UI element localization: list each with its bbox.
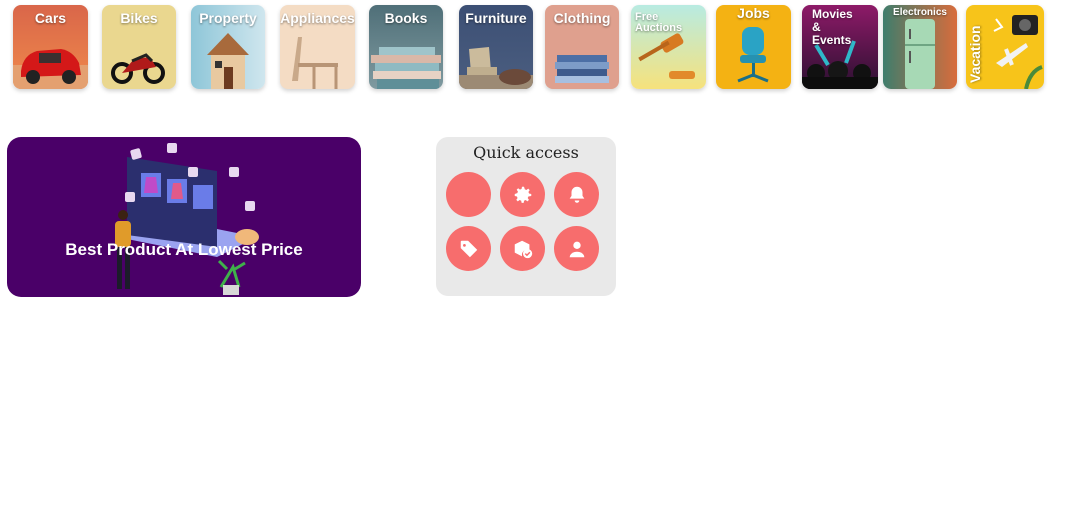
category-label: Clothing xyxy=(553,10,611,26)
quick-access-title: Quick access xyxy=(473,143,579,162)
category-label: Electronics xyxy=(893,7,947,18)
quick-access-button-tags[interactable] xyxy=(446,226,491,271)
bell-icon xyxy=(569,186,584,203)
category-label: Movies & Events xyxy=(812,7,853,47)
category-vacation[interactable]: Vacation xyxy=(966,5,1044,89)
category-cars[interactable]: Cars xyxy=(13,5,88,89)
tag-icon xyxy=(460,240,477,257)
category-bikes[interactable]: Bikes xyxy=(102,5,176,89)
category-property[interactable]: Property xyxy=(191,5,265,89)
category-label: Appliances xyxy=(280,10,355,26)
category-electronics[interactable]: Electronics xyxy=(883,5,957,89)
category-books[interactable]: Books xyxy=(369,5,443,89)
promo-banner[interactable]: Best Product At Lowest Price xyxy=(7,137,361,297)
category-free-auctions[interactable]: Free Auctions xyxy=(631,5,706,89)
user-icon xyxy=(569,241,584,257)
category-furniture[interactable]: Furniture xyxy=(459,5,533,89)
category-label: Cars xyxy=(34,10,67,26)
package-check-icon xyxy=(514,240,532,258)
category-appliances[interactable]: Appliances xyxy=(280,5,355,89)
category-label: Furniture xyxy=(465,10,527,26)
gear-icon xyxy=(514,186,531,203)
quick-access-button-profile[interactable] xyxy=(554,226,599,271)
quick-access-button-orders[interactable] xyxy=(500,226,545,271)
quick-access-button-notifications[interactable] xyxy=(554,172,599,217)
category-jobs[interactable]: Jobs xyxy=(716,5,791,89)
category-label: Free Auctions xyxy=(635,11,683,34)
quick-access-button-settings[interactable] xyxy=(500,172,545,217)
category-label: Books xyxy=(384,10,428,26)
quick-access-panel: Quick access xyxy=(436,137,616,296)
category-label: Property xyxy=(199,10,257,26)
category-movies-events[interactable]: Movies & Events xyxy=(802,5,878,89)
category-label: Bikes xyxy=(120,10,158,26)
category-clothing[interactable]: Clothing xyxy=(545,5,619,89)
quick-access-button-blank[interactable] xyxy=(446,172,491,217)
banner-title: Best Product At Lowest Price xyxy=(65,240,303,259)
category-label: Vacation xyxy=(967,25,983,83)
category-label: Jobs xyxy=(737,5,770,21)
laptop-shopping-illustration xyxy=(115,143,259,295)
